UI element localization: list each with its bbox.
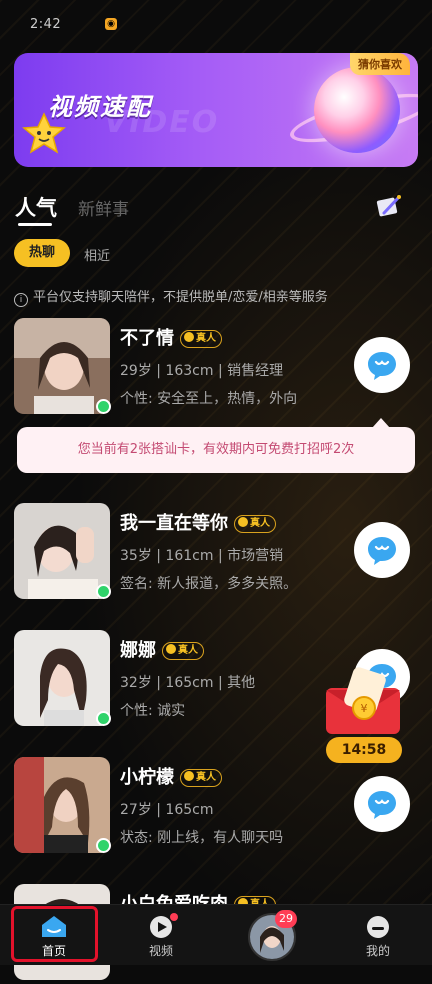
weibo-icon: ◉: [105, 18, 117, 30]
user-stats: 32岁 | 165cm | 其他: [120, 675, 256, 691]
svg-text:¥: ¥: [361, 702, 368, 715]
tab-active-underline: [18, 223, 52, 226]
red-envelope-icon[interactable]: ¥: [318, 666, 408, 738]
red-envelope-timer: 14:58: [326, 737, 402, 763]
user-name: 不了情 真人: [120, 324, 222, 350]
user-name-text: 娜娜: [120, 640, 156, 661]
verified-label: 真人: [178, 645, 198, 656]
status-bar: 2:42 ◉: [0, 0, 432, 46]
avatar[interactable]: [14, 318, 110, 414]
nav-video-label: 视频: [148, 944, 173, 958]
user-name-text: 不了情: [120, 328, 174, 349]
user-bio: 状态: 刚上线，有人聊天吗: [120, 830, 284, 846]
smile-icon: [238, 517, 248, 527]
smile-icon: [184, 771, 194, 781]
tab-news[interactable]: 新鲜事: [78, 195, 129, 220]
user-bio: 签名: 新人报道，多多关照。: [120, 576, 298, 592]
nav-profile-label: 我的: [365, 944, 390, 958]
nav-profile[interactable]: 我的: [333, 905, 423, 965]
video-notification-dot: [170, 913, 178, 921]
verified-badge: 真人: [180, 330, 222, 348]
user-stats: 27岁 | 165cm: [120, 802, 214, 818]
user-name-text: 我一直在等你: [120, 513, 228, 534]
service-notice-text: 平台仅支持聊天陪伴，不提供脱单/恋爱/相亲等服务: [33, 290, 328, 305]
user-bio: 个性: 诚实: [120, 703, 186, 719]
user-name: 小柠檬 真人: [120, 763, 222, 789]
verified-badge: 真人: [180, 769, 222, 787]
user-name: 娜娜 真人: [120, 636, 204, 662]
verified-label: 真人: [196, 333, 216, 344]
user-card[interactable]: 我一直在等你 真人 35岁 | 161cm | 市场营销 签名: 新人报道，多多关…: [14, 503, 418, 603]
planet-decoration: [314, 67, 400, 153]
service-notice: i 平台仅支持聊天陪伴，不提供脱单/恋爱/相亲等服务: [14, 286, 328, 307]
online-status-dot: [96, 711, 111, 726]
nav-video[interactable]: 视频: [116, 905, 206, 965]
user-name: 我一直在等你 真人: [120, 509, 276, 535]
chat-bubble-icon: [368, 352, 396, 380]
status-time: 2:42: [30, 17, 62, 32]
avatar[interactable]: [14, 757, 110, 853]
filter-hot-chat[interactable]: 热聊: [14, 239, 70, 267]
banner-badge: 猜你喜欢: [350, 53, 410, 75]
chat-bubble-icon: [368, 537, 396, 565]
star-sticker-icon: [22, 112, 66, 154]
verified-label: 真人: [196, 772, 216, 783]
chat-button[interactable]: [354, 522, 410, 578]
chat-button[interactable]: [354, 337, 410, 393]
chat-button[interactable]: [354, 776, 410, 832]
avatar[interactable]: [14, 630, 110, 726]
user-bio: 个性: 安全至上，热情，外向: [120, 391, 298, 407]
user-stats: 29岁 | 163cm | 销售经理: [120, 363, 284, 379]
user-card[interactable]: 小柠檬 真人 27岁 | 165cm 状态: 刚上线，有人聊天吗: [14, 757, 418, 857]
online-status-dot: [96, 838, 111, 853]
message-count-badge: 29: [275, 910, 297, 928]
profile-icon: [367, 916, 389, 938]
user-card[interactable]: 不了情 真人 29岁 | 163cm | 销售经理 个性: 安全至上，热情，外向: [14, 318, 418, 418]
smile-icon: [184, 332, 194, 342]
tab-popular[interactable]: 人气: [15, 192, 57, 222]
verified-badge: 真人: [234, 515, 276, 533]
chat-bubble-icon: [368, 791, 396, 819]
verified-badge: 真人: [162, 642, 204, 660]
nav-home-highlight: [11, 906, 98, 962]
online-status-dot: [96, 584, 111, 599]
user-stats: 35岁 | 161cm | 市场营销: [120, 548, 284, 564]
info-icon: i: [14, 293, 28, 307]
edit-post-icon[interactable]: [375, 193, 403, 219]
filter-nearby[interactable]: 相近: [84, 245, 110, 264]
smile-icon: [166, 644, 176, 654]
video-match-banner[interactable]: VIDEO 视频速配 猜你喜欢: [14, 53, 418, 167]
avatar[interactable]: [14, 503, 110, 599]
verified-label: 真人: [250, 518, 270, 529]
user-name-text: 小柠檬: [120, 767, 174, 788]
online-status-dot: [96, 399, 111, 414]
greeting-card-toast: 您当前有2张搭讪卡，有效期内可免费打招呼2次: [17, 427, 415, 473]
